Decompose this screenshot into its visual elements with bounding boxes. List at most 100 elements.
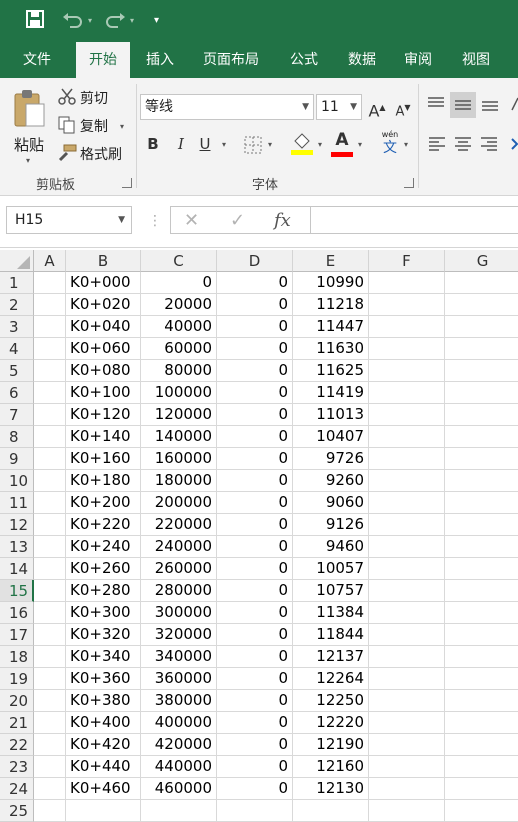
font-launcher-icon[interactable] xyxy=(404,178,414,188)
column-header[interactable]: G xyxy=(445,250,518,272)
cell-a4[interactable] xyxy=(34,338,66,360)
cell-b20[interactable]: K0+380 xyxy=(66,690,141,712)
row-header[interactable]: 19 xyxy=(0,668,34,690)
row-header[interactable]: 17 xyxy=(0,624,34,646)
shrink-font-button[interactable]: A▼ xyxy=(394,96,412,120)
row-header[interactable]: 25 xyxy=(0,800,34,822)
cell-c6[interactable]: 100000 xyxy=(141,382,217,404)
format-painter-icon[interactable] xyxy=(58,144,78,166)
cell-e12[interactable]: 9126 xyxy=(293,514,369,536)
row-header[interactable]: 1 xyxy=(0,272,34,294)
cell-e25[interactable] xyxy=(293,800,369,822)
cell-f13[interactable] xyxy=(369,536,445,558)
tab-data[interactable]: 数据 xyxy=(338,42,386,78)
cell-b25[interactable] xyxy=(66,800,141,822)
row-header[interactable]: 20 xyxy=(0,690,34,712)
cell-d20[interactable]: 0 xyxy=(217,690,293,712)
cell-g5[interactable] xyxy=(445,360,518,382)
cell-e7[interactable]: 11013 xyxy=(293,404,369,426)
grow-font-button[interactable]: A▲ xyxy=(368,96,386,120)
cell-g11[interactable] xyxy=(445,492,518,514)
row-header[interactable]: 10 xyxy=(0,470,34,492)
cell-e14[interactable]: 10057 xyxy=(293,558,369,580)
name-box[interactable]: H15 ▼ xyxy=(6,206,132,234)
cell-b6[interactable]: K0+100 xyxy=(66,382,141,404)
column-header[interactable]: C xyxy=(141,250,217,272)
font-size-select[interactable]: 11 ▼ xyxy=(316,94,362,120)
enter-icon[interactable]: ✓ xyxy=(230,210,245,231)
cell-d7[interactable]: 0 xyxy=(217,404,293,426)
font-name-select[interactable]: 等线 ▼ xyxy=(140,94,314,120)
row-header[interactable]: 5 xyxy=(0,360,34,382)
cell-b18[interactable]: K0+340 xyxy=(66,646,141,668)
italic-button[interactable]: I xyxy=(172,132,190,156)
cell-g19[interactable] xyxy=(445,668,518,690)
cell-b21[interactable]: K0+400 xyxy=(66,712,141,734)
column-header[interactable]: E xyxy=(293,250,369,272)
cell-c7[interactable]: 120000 xyxy=(141,404,217,426)
cell-e1[interactable]: 10990 xyxy=(293,272,369,294)
cell-b22[interactable]: K0+420 xyxy=(66,734,141,756)
cell-d17[interactable]: 0 xyxy=(217,624,293,646)
cell-e8[interactable]: 10407 xyxy=(293,426,369,448)
worksheet-grid[interactable]: ABCDEFG 1 K0+000 0 0 10990 2 K0+020 20000 0 11218… xyxy=(0,250,518,822)
cell-g25[interactable] xyxy=(445,800,518,822)
underline-dropdown-icon[interactable]: ▾ xyxy=(222,140,226,149)
cell-a20[interactable] xyxy=(34,690,66,712)
row-header[interactable]: 12 xyxy=(0,514,34,536)
align-right-icon[interactable] xyxy=(480,136,498,156)
cancel-icon[interactable]: ✕ xyxy=(184,210,199,231)
cell-c3[interactable]: 40000 xyxy=(141,316,217,338)
cell-d2[interactable]: 0 xyxy=(217,294,293,316)
cell-f23[interactable] xyxy=(369,756,445,778)
cell-g20[interactable] xyxy=(445,690,518,712)
cell-e21[interactable]: 12220 xyxy=(293,712,369,734)
cell-b23[interactable]: K0+440 xyxy=(66,756,141,778)
cell-g16[interactable] xyxy=(445,602,518,624)
cell-c23[interactable]: 440000 xyxy=(141,756,217,778)
cell-b24[interactable]: K0+460 xyxy=(66,778,141,800)
bold-button[interactable]: B xyxy=(144,132,162,156)
cell-a10[interactable] xyxy=(34,470,66,492)
cell-f17[interactable] xyxy=(369,624,445,646)
cell-g21[interactable] xyxy=(445,712,518,734)
row-header[interactable]: 4 xyxy=(0,338,34,360)
cell-e22[interactable]: 12190 xyxy=(293,734,369,756)
formula-input[interactable] xyxy=(310,206,518,234)
cell-a8[interactable] xyxy=(34,426,66,448)
column-header[interactable]: A xyxy=(34,250,66,272)
row-header[interactable]: 7 xyxy=(0,404,34,426)
cell-g23[interactable] xyxy=(445,756,518,778)
cell-d14[interactable]: 0 xyxy=(217,558,293,580)
cell-f19[interactable] xyxy=(369,668,445,690)
undo-dropdown-icon[interactable]: ▾ xyxy=(88,10,92,32)
cell-e24[interactable]: 12130 xyxy=(293,778,369,800)
cell-a12[interactable] xyxy=(34,514,66,536)
cell-g18[interactable] xyxy=(445,646,518,668)
cell-e11[interactable]: 9060 xyxy=(293,492,369,514)
cell-f6[interactable] xyxy=(369,382,445,404)
cell-c8[interactable]: 140000 xyxy=(141,426,217,448)
cell-e19[interactable]: 12264 xyxy=(293,668,369,690)
cell-c14[interactable]: 260000 xyxy=(141,558,217,580)
font-color-dropdown-icon[interactable]: ▾ xyxy=(358,140,362,149)
cell-e15[interactable]: 10757 xyxy=(293,580,369,602)
cell-c18[interactable]: 340000 xyxy=(141,646,217,668)
cell-c1[interactable]: 0 xyxy=(141,272,217,294)
save-icon[interactable] xyxy=(26,10,44,34)
cell-b19[interactable]: K0+360 xyxy=(66,668,141,690)
cell-c25[interactable] xyxy=(141,800,217,822)
cell-f15[interactable] xyxy=(369,580,445,602)
indent-icon[interactable] xyxy=(510,136,518,152)
cell-e17[interactable]: 11844 xyxy=(293,624,369,646)
row-header[interactable]: 16 xyxy=(0,602,34,624)
cell-b13[interactable]: K0+240 xyxy=(66,536,141,558)
cell-a22[interactable] xyxy=(34,734,66,756)
cell-f10[interactable] xyxy=(369,470,445,492)
cell-e5[interactable]: 11625 xyxy=(293,360,369,382)
redo-dropdown-icon[interactable]: ▾ xyxy=(130,10,134,32)
cell-b2[interactable]: K0+020 xyxy=(66,294,141,316)
tab-formulas[interactable]: 公式 xyxy=(280,42,328,78)
row-header[interactable]: 11 xyxy=(0,492,34,514)
cell-b1[interactable]: K0+000 xyxy=(66,272,141,294)
